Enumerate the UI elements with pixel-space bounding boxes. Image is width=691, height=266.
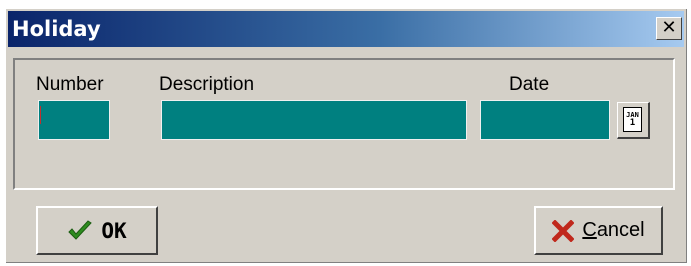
calendar-icon: JAN 1 <box>623 107 642 132</box>
number-field[interactable] <box>38 100 110 140</box>
date-label: Date <box>509 74 550 95</box>
close-button[interactable]: ✕ <box>656 17 682 40</box>
date-field[interactable] <box>480 100 610 140</box>
window-title: Holiday <box>12 17 101 41</box>
cancel-button[interactable]: Cancel <box>534 206 663 255</box>
holiday-dialog: Holiday ✕ Number Description Date JAN 1 … <box>5 8 687 263</box>
checkmark-icon <box>68 219 93 240</box>
date-picker-button[interactable]: JAN 1 <box>617 102 650 139</box>
ok-button[interactable]: OK <box>36 206 158 255</box>
ok-label: OK <box>101 218 127 243</box>
text-caret <box>40 106 41 124</box>
calendar-day-text: 1 <box>629 118 636 128</box>
close-icon: ✕ <box>661 17 677 38</box>
number-label: Number <box>36 74 104 95</box>
description-field[interactable] <box>161 100 467 140</box>
description-label: Description <box>159 74 255 95</box>
x-icon <box>552 219 575 242</box>
title-bar[interactable]: Holiday ✕ <box>8 11 684 47</box>
cancel-label: Cancel <box>582 219 645 241</box>
